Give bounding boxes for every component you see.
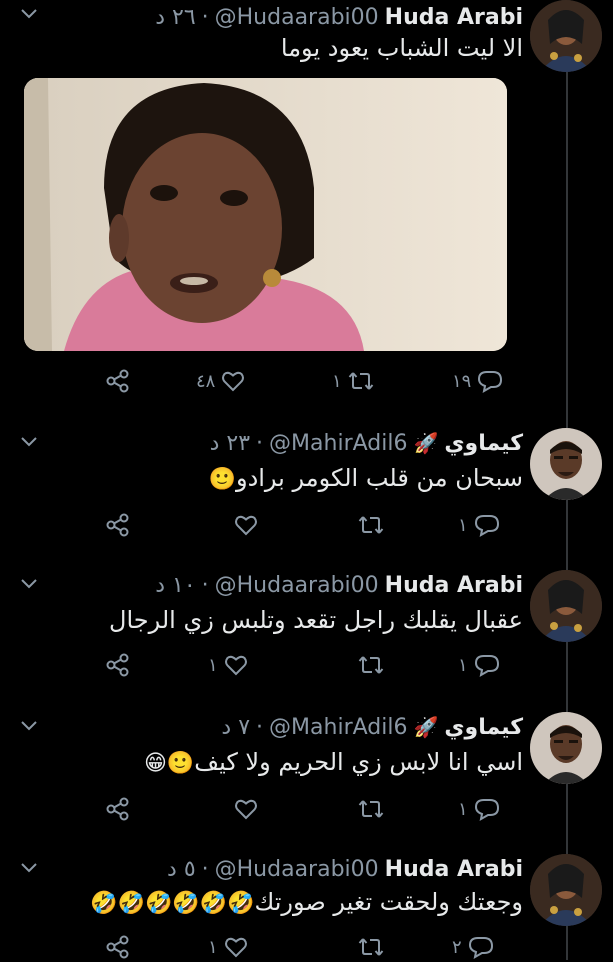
retweet-button[interactable]	[352, 510, 384, 540]
reply-icon	[474, 799, 499, 821]
reply-count: ١	[458, 654, 468, 676]
reply-count: ١	[458, 798, 468, 820]
timestamp[interactable]: ٧ د	[221, 715, 250, 740]
tweet-text: الا ليت الشباب يعود يوما	[280, 34, 523, 62]
retweet-icon	[358, 656, 384, 674]
reply-button[interactable]: ٢	[452, 932, 494, 962]
heart-icon	[224, 655, 247, 676]
heart-icon	[224, 937, 247, 958]
tweet-text: عقبال يقلبك راجل تقعد وتلبس زي الرجال	[109, 606, 523, 634]
tweet-5[interactable]: Huda Arabi @Hudaarabi00 · ٥ د وجعتك ولحق…	[0, 854, 613, 960]
handle[interactable]: @Hudaarabi00	[215, 5, 379, 30]
handle[interactable]: @Hudaarabi00	[215, 573, 379, 598]
tweet-text: سبحان من قلب الكومر برادو	[235, 464, 523, 492]
retweet-button[interactable]: ١	[332, 366, 374, 396]
tweet-3[interactable]: Huda Arabi @Hudaarabi00 · ١٠ د عقبال يقل…	[0, 570, 613, 690]
separator-dot: ·	[201, 856, 209, 882]
like-count: ١	[208, 936, 218, 958]
share-icon	[106, 369, 129, 393]
retweet-icon	[358, 938, 384, 956]
display-name[interactable]: Huda Arabi	[385, 5, 523, 30]
reply-button[interactable]: ١	[458, 794, 500, 824]
rocket-emoji: 🚀	[413, 715, 439, 739]
share-button[interactable]	[105, 794, 131, 824]
separator-dot: ·	[256, 714, 264, 740]
retweet-count: ١	[332, 370, 342, 392]
separator-dot: ·	[201, 4, 209, 30]
like-button[interactable]	[228, 510, 258, 540]
reply-count: ٢	[452, 936, 462, 958]
tweet-1[interactable]: Huda Arabi @Hudaarabi00 · ٢٦ د الا ليت ا…	[0, 0, 613, 400]
separator-dot: ·	[256, 430, 264, 456]
share-button[interactable]	[105, 932, 131, 962]
chevron-down-icon[interactable]	[20, 576, 38, 590]
display-name[interactable]: Huda Arabi	[385, 573, 523, 598]
reply-count: ١٩	[452, 370, 472, 392]
display-name[interactable]: كيماوي	[444, 431, 523, 456]
chevron-down-icon[interactable]	[20, 434, 38, 448]
like-button[interactable]: ١	[208, 932, 248, 962]
handle[interactable]: @Hudaarabi00	[215, 857, 379, 882]
separator-dot: ·	[201, 572, 209, 598]
tweet-4[interactable]: كيماوي 🚀 @MahirAdil6 · ٧ د اسي انا لابس …	[0, 712, 613, 832]
tweet-text: وجعتك ولحقت تغير صورتك	[254, 888, 523, 916]
share-icon	[106, 935, 129, 959]
tweet-text: اسي انا لابس زي الحريم ولا كيف	[194, 748, 523, 776]
rocket-emoji: 🚀	[413, 431, 439, 455]
reply-button[interactable]: ١	[458, 650, 500, 680]
reply-button[interactable]: ١	[458, 510, 500, 540]
display-name[interactable]: Huda Arabi	[385, 857, 523, 882]
retweet-icon	[358, 516, 384, 534]
timestamp[interactable]: ١٠ د	[155, 573, 195, 598]
share-button[interactable]	[105, 650, 131, 680]
avatar-huda[interactable]	[530, 570, 602, 642]
avatar-mahir[interactable]	[530, 428, 602, 500]
avatar-huda[interactable]	[530, 854, 602, 926]
share-button[interactable]	[105, 510, 131, 540]
timestamp[interactable]: ٥ د	[167, 857, 196, 882]
like-button[interactable]	[228, 794, 258, 824]
reply-icon	[478, 371, 503, 393]
share-icon	[106, 653, 129, 677]
timestamp[interactable]: ٢٣ د	[210, 431, 250, 456]
retweet-button[interactable]	[352, 650, 384, 680]
timestamp[interactable]: ٢٦ د	[155, 5, 195, 30]
share-icon	[106, 797, 129, 821]
display-name[interactable]: كيماوي	[444, 715, 523, 740]
tweet-text-row: سبحان من قلب الكومر برادو🙂	[209, 464, 523, 492]
tweet-text-row: اسي انا لابس زي الحريم ولا كيف🙂😁	[144, 748, 523, 776]
chevron-down-icon[interactable]	[20, 6, 38, 20]
chevron-down-icon[interactable]	[20, 860, 38, 874]
handle[interactable]: @MahirAdil6	[269, 715, 407, 740]
avatar-mahir[interactable]	[530, 712, 602, 784]
tweet-emoji: 🙂	[208, 467, 236, 492]
tweet-photo[interactable]	[24, 78, 507, 351]
heart-icon	[222, 371, 245, 392]
tweet-2[interactable]: كيماوي 🚀 @MahirAdil6 · ٢٣ د سبحان من قلب…	[0, 428, 613, 548]
heart-icon	[235, 799, 257, 820]
tweet-emoji: 🤣🤣🤣🤣🤣🤣	[90, 891, 255, 916]
reply-icon	[468, 937, 493, 959]
retweet-icon	[348, 372, 373, 390]
retweet-button[interactable]	[352, 794, 384, 824]
heart-icon	[235, 515, 257, 536]
reply-count: ١	[458, 514, 468, 536]
share-icon	[106, 513, 129, 537]
like-button[interactable]: ٤٨	[196, 366, 245, 396]
like-button[interactable]: ١	[208, 650, 248, 680]
avatar-huda[interactable]	[530, 0, 602, 72]
handle[interactable]: @MahirAdil6	[269, 431, 407, 456]
like-count: ١	[208, 654, 218, 676]
retweet-button[interactable]	[352, 932, 384, 962]
like-count: ٤٨	[196, 370, 216, 392]
reply-icon	[474, 655, 499, 677]
share-button[interactable]	[105, 366, 131, 396]
retweet-icon	[358, 800, 384, 818]
chevron-down-icon[interactable]	[20, 718, 38, 732]
reply-button[interactable]: ١٩	[452, 366, 503, 396]
tweet-emoji: 🙂😁	[143, 751, 195, 776]
tweet-text-row: وجعتك ولحقت تغير صورتك🤣🤣🤣🤣🤣🤣	[90, 888, 523, 916]
reply-icon	[474, 515, 499, 537]
